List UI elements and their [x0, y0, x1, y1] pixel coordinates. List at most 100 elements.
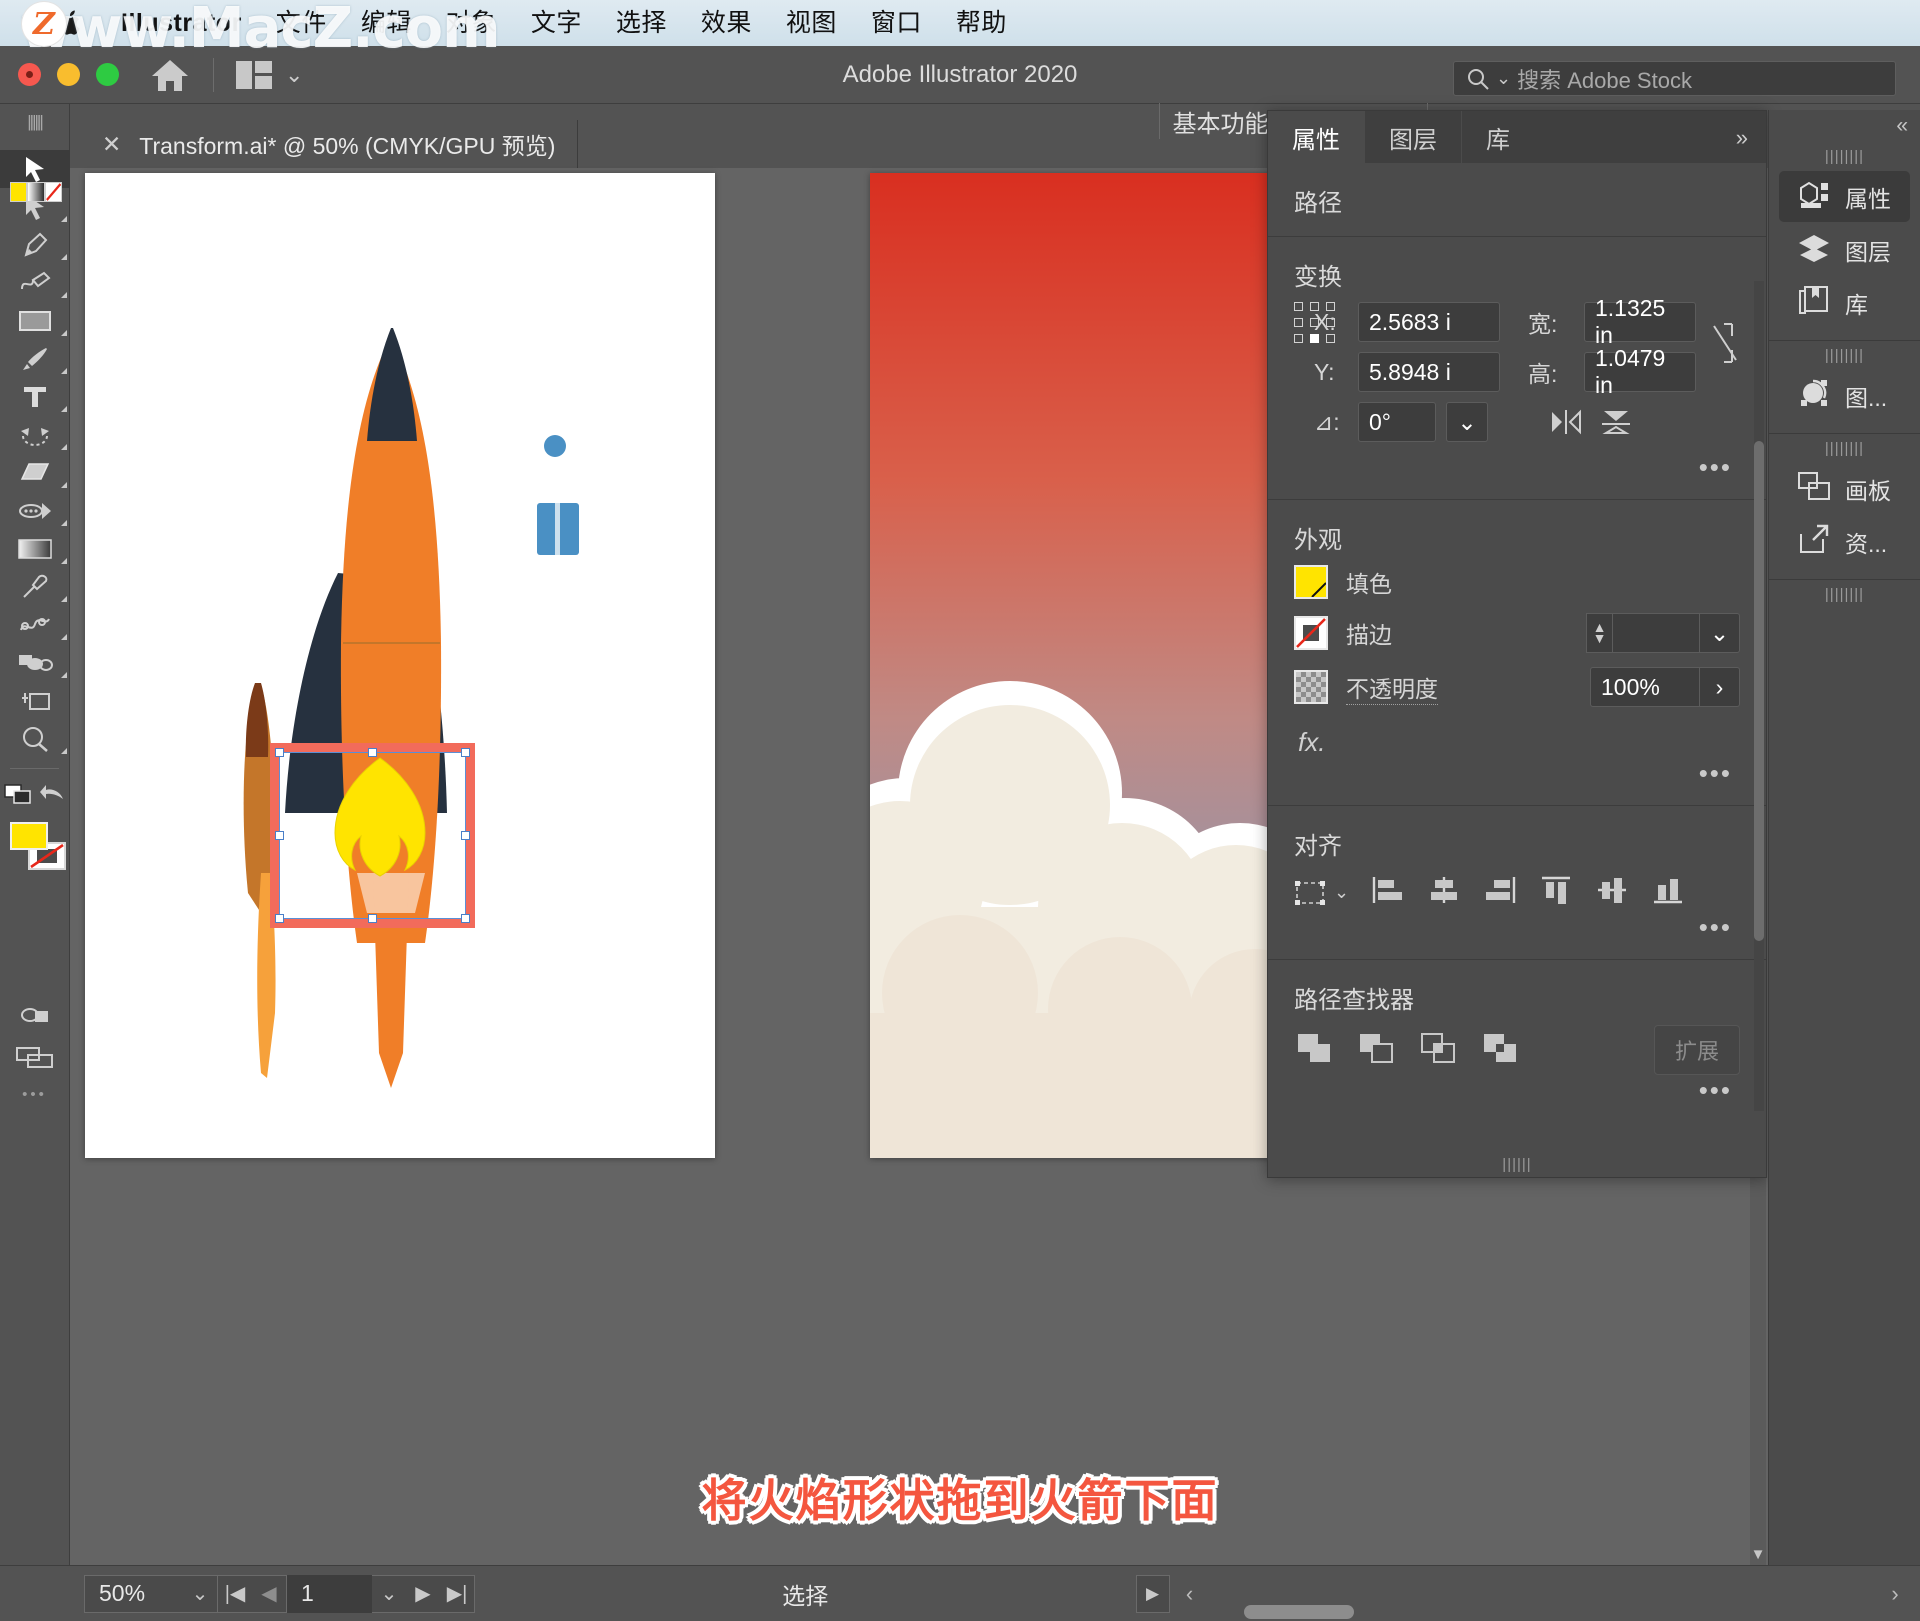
gradient-swatch-button[interactable]	[27, 182, 44, 202]
close-icon[interactable]: ✕	[102, 131, 121, 158]
stroke-weight-field[interactable]	[1612, 613, 1700, 653]
selection-handle[interactable]	[461, 831, 470, 840]
align-horizontal-center-icon[interactable]	[1427, 875, 1461, 910]
curvature-tool[interactable]	[0, 264, 70, 302]
artboard-1[interactable]	[85, 173, 715, 1158]
reference-point-grid-icon[interactable]	[1294, 302, 1296, 346]
menu-view[interactable]: 视图	[769, 0, 854, 46]
fx-button[interactable]: fx.	[1294, 721, 1740, 758]
home-icon[interactable]	[149, 54, 191, 96]
unlink-proportions-icon[interactable]	[1710, 302, 1740, 371]
dock-item-artboards[interactable]: 画板	[1779, 463, 1910, 514]
type-tool[interactable]	[0, 378, 70, 416]
tab-properties[interactable]: 属性	[1268, 111, 1364, 163]
artboard-2[interactable]	[870, 173, 1290, 1158]
change-screen-mode-icon[interactable]	[4, 783, 34, 810]
dock-grip[interactable]: ||||||||	[1769, 341, 1920, 368]
rotate-tool[interactable]	[0, 416, 70, 454]
width-field[interactable]: 1.1325 in	[1584, 302, 1696, 342]
intersect-icon[interactable]	[1418, 1030, 1458, 1071]
selection-handle[interactable]	[368, 914, 377, 923]
height-field[interactable]: 1.0479 in	[1584, 352, 1696, 392]
chevron-down-icon[interactable]: ⌄	[1334, 882, 1349, 903]
minus-front-icon[interactable]	[1356, 1030, 1396, 1071]
shape-builder-tool[interactable]	[0, 644, 70, 682]
double-chevron-left-icon[interactable]: «	[1896, 114, 1908, 138]
undo-arrow-icon[interactable]	[39, 783, 65, 810]
y-field[interactable]: 5.8948 i	[1358, 352, 1500, 392]
search-input[interactable]: ⌄ 搜索 Adobe Stock	[1453, 61, 1896, 96]
transform-more-icon[interactable]: •••	[1294, 452, 1740, 483]
exclude-icon[interactable]	[1480, 1030, 1520, 1071]
fill-swatch[interactable]	[10, 822, 48, 850]
align-right-icon[interactable]	[1483, 875, 1517, 910]
eraser-tool[interactable]	[0, 454, 70, 492]
gradient-tool[interactable]	[0, 530, 70, 568]
chevron-down-icon[interactable]: ⌄	[1446, 402, 1488, 442]
menu-object[interactable]: 对象	[429, 0, 514, 46]
pathfinder-more-icon[interactable]: •••	[1294, 1075, 1740, 1106]
paintbrush-tool[interactable]	[0, 340, 70, 378]
flip-vertical-icon[interactable]	[1596, 402, 1636, 442]
fill-color-swatch[interactable]	[1294, 565, 1328, 599]
unite-icon[interactable]	[1294, 1030, 1334, 1071]
menu-select[interactable]: 选择	[599, 0, 684, 46]
dock-grip[interactable]: ||||||||	[1769, 434, 1920, 461]
menu-window[interactable]: 窗口	[854, 0, 939, 46]
dock-item-graphic-styles[interactable]: 图...	[1779, 370, 1910, 421]
tools-grip[interactable]: ||||||	[0, 104, 69, 132]
selection-handle[interactable]	[368, 748, 377, 757]
arrange-documents-icon[interactable]: ⌄	[236, 61, 303, 89]
screen-mode-icon[interactable]	[0, 1034, 70, 1080]
menu-help[interactable]: 帮助	[939, 0, 1024, 46]
flip-horizontal-icon[interactable]	[1546, 402, 1586, 442]
chevron-down-icon[interactable]: ⌄	[1700, 613, 1740, 653]
selection-handle[interactable]	[461, 748, 470, 757]
opacity-swatch[interactable]	[1294, 670, 1328, 704]
horizontal-scroll-thumb[interactable]	[1244, 1605, 1354, 1619]
dock-item-libraries[interactable]: 库	[1779, 277, 1910, 328]
menu-type[interactable]: 文字	[514, 0, 599, 46]
chevron-right-icon[interactable]: ›	[1870, 1581, 1920, 1607]
document-tab[interactable]: ✕ Transform.ai* @ 50% (CMYK/GPU 预览)	[84, 120, 578, 168]
chevron-down-icon[interactable]: ⌄	[1496, 68, 1511, 89]
align-vertical-center-icon[interactable]	[1595, 875, 1629, 910]
menu-edit[interactable]: 编辑	[344, 0, 429, 46]
x-field[interactable]: 2.5683 i	[1358, 302, 1500, 342]
menu-illustrator[interactable]: Illustrator	[104, 0, 259, 46]
align-left-icon[interactable]	[1371, 875, 1405, 910]
eyedropper-tool[interactable]	[0, 568, 70, 606]
align-to-selection-icon[interactable]: ⌄	[1294, 879, 1349, 907]
panel-scroll-thumb[interactable]	[1754, 441, 1764, 941]
scroll-down-icon[interactable]: ▼	[1750, 1546, 1766, 1563]
align-bottom-icon[interactable]	[1651, 875, 1685, 910]
double-chevron-right-icon[interactable]: »	[1736, 125, 1748, 151]
selection-handle[interactable]	[275, 914, 284, 923]
selection-highlight-box[interactable]	[270, 743, 475, 928]
align-more-icon[interactable]: •••	[1294, 912, 1740, 943]
tab-libraries[interactable]: 库	[1461, 111, 1534, 163]
zoom-tool[interactable]	[0, 720, 70, 758]
dock-item-layers[interactable]: 图层	[1779, 224, 1910, 275]
color-swatch-button[interactable]	[10, 182, 27, 202]
angle-field[interactable]: 0°	[1358, 402, 1436, 442]
drawing-mode-icon[interactable]	[0, 996, 70, 1034]
none-swatch-button[interactable]	[45, 182, 62, 202]
expand-button[interactable]: 扩展	[1654, 1025, 1740, 1075]
canvas-horizontal-scrollbar[interactable]	[84, 1605, 1890, 1619]
panel-resize-grip[interactable]: ||||||	[1268, 1156, 1766, 1173]
selection-handle[interactable]	[275, 748, 284, 757]
rectangle-tool[interactable]	[0, 302, 70, 340]
stepper-down-icon[interactable]: ▼	[1593, 633, 1607, 644]
stroke-color-swatch[interactable]	[1294, 616, 1328, 650]
minimize-window-button[interactable]	[57, 63, 80, 86]
chevron-down-icon[interactable]: ⌄	[285, 62, 303, 88]
menu-file[interactable]: 文件	[259, 0, 344, 46]
width-tool[interactable]	[0, 492, 70, 530]
chevron-left-icon[interactable]: ‹	[1170, 1581, 1210, 1607]
chevron-right-icon[interactable]: ›	[1700, 667, 1740, 707]
opacity-field[interactable]: 100%	[1590, 667, 1700, 707]
appearance-more-icon[interactable]: •••	[1294, 758, 1740, 789]
stroke-weight-stepper[interactable]: ▲▼	[1586, 613, 1612, 653]
menu-effect[interactable]: 效果	[684, 0, 769, 46]
